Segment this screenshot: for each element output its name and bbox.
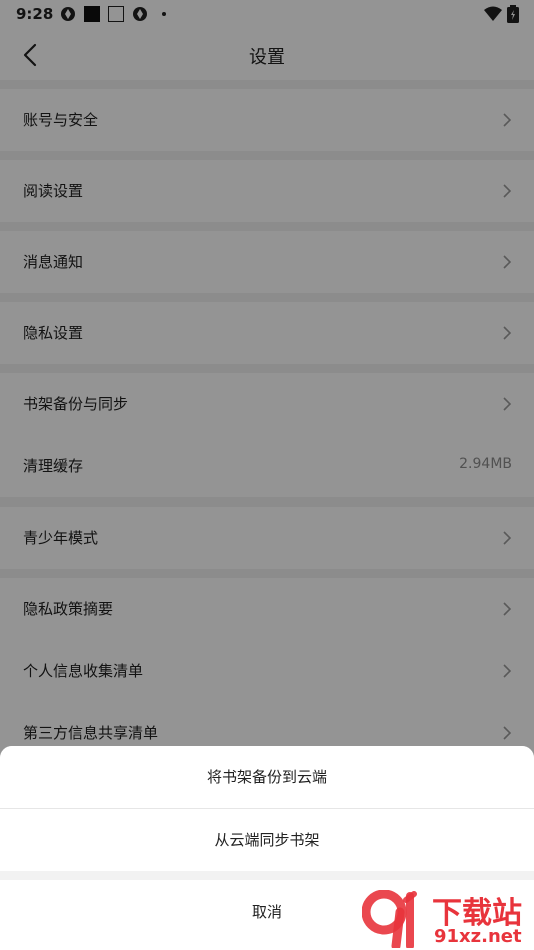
sync-from-cloud-button[interactable]: 从云端同步书架: [0, 809, 534, 871]
watermark-logo-icon: [362, 890, 417, 948]
watermark-domain: 91xz.net: [434, 926, 522, 947]
backup-to-cloud-button[interactable]: 将书架备份到云端: [0, 746, 534, 808]
site-watermark: 下载站 91xz.net: [362, 888, 532, 950]
